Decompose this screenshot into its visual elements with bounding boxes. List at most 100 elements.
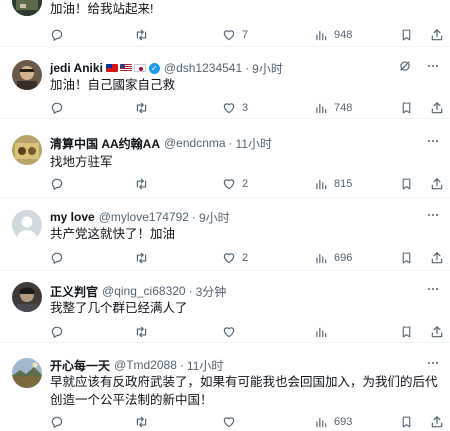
avatar[interactable] — [12, 60, 42, 90]
views-icon — [316, 179, 327, 190]
share-button[interactable] — [430, 251, 444, 265]
timestamp[interactable]: 3分钟 — [196, 283, 227, 300]
views-button[interactable]: 815 — [314, 177, 352, 191]
retweet-button[interactable] — [134, 415, 155, 429]
tweet-1[interactable]: jedi Aniki ✓ @dsh1234541 · 9小时 加油！自己國家自己… — [0, 48, 450, 119]
more-icon[interactable] — [426, 134, 440, 148]
avatar[interactable] — [12, 210, 42, 240]
share-button[interactable] — [430, 101, 444, 115]
timestamp[interactable]: 9小时 — [252, 60, 283, 77]
reply-button[interactable] — [50, 177, 70, 191]
separator-dot: · — [245, 61, 250, 75]
share-button[interactable] — [430, 177, 444, 191]
header-actions — [426, 134, 440, 148]
retweet-button[interactable] — [134, 28, 155, 42]
user-handle[interactable]: @mylove174792 — [99, 210, 189, 224]
grok-icon[interactable] — [398, 59, 412, 73]
share-button[interactable] — [430, 28, 444, 42]
header-actions — [426, 356, 440, 370]
more-icon[interactable] — [426, 208, 440, 222]
display-name[interactable]: 清算中国 AA约翰AA — [50, 135, 160, 152]
tweet-header: jedi Aniki ✓ @dsh1234541 · 9小时 — [50, 59, 440, 77]
bookmark-button[interactable] — [400, 325, 413, 339]
avatar[interactable] — [12, 282, 42, 312]
tweet-actions: 3 748 — [50, 100, 444, 116]
share-icon — [431, 178, 443, 190]
separator-dot: · — [188, 284, 193, 298]
timestamp[interactable]: 9小时 — [199, 209, 230, 226]
views-button[interactable]: 693 — [314, 415, 352, 429]
views-button[interactable]: 696 — [314, 251, 352, 265]
bookmark-icon — [402, 252, 411, 264]
user-handle[interactable]: @qing_ci68320 — [102, 284, 186, 298]
tweet-actions: 2 696 — [50, 250, 444, 266]
bookmark-icon — [402, 178, 411, 190]
heart-icon — [223, 179, 235, 190]
reply-button[interactable] — [50, 325, 70, 339]
retweet-icon — [136, 326, 147, 338]
share-button[interactable] — [430, 415, 444, 429]
display-name[interactable]: 开心每一天 — [50, 357, 110, 374]
share-icon — [431, 29, 443, 41]
reply-button[interactable] — [50, 28, 70, 42]
bookmark-button[interactable] — [400, 28, 413, 42]
reply-button[interactable] — [50, 415, 70, 429]
reply-icon — [51, 178, 63, 190]
like-button[interactable]: 2 — [222, 251, 248, 265]
display-name[interactable]: jedi Aniki — [50, 61, 103, 75]
usa-flag-icon — [119, 64, 132, 72]
like-count: 2 — [242, 178, 249, 190]
bookmark-button[interactable] — [400, 101, 413, 115]
avatar[interactable] — [12, 358, 42, 388]
retweet-button[interactable] — [134, 325, 155, 339]
tweet-5[interactable]: 开心每一天 @Tmd2088 · 11小时 早就应该有反政府武装了，如果有可能我… — [0, 344, 450, 431]
retweet-icon — [136, 416, 147, 428]
views-button[interactable] — [314, 325, 334, 339]
tweet-actions: 693 — [50, 414, 444, 430]
retweet-button[interactable] — [134, 101, 155, 115]
user-handle[interactable]: @Tmd2088 — [114, 358, 177, 372]
like-button[interactable]: 7 — [222, 28, 248, 42]
reply-button[interactable] — [50, 251, 70, 265]
like-button[interactable]: 2 — [222, 177, 248, 191]
tweet-4[interactable]: 正义判官 @qing_ci68320 · 3分钟 我整了几个群已经满人了 — [0, 272, 450, 343]
timestamp[interactable]: 11小时 — [187, 357, 223, 374]
user-handle[interactable]: @endcnma — [164, 136, 226, 150]
like-count: 2 — [242, 252, 249, 264]
bookmark-button[interactable] — [400, 251, 413, 265]
bookmark-icon — [402, 29, 411, 41]
views-count: 693 — [334, 416, 353, 428]
header-actions — [426, 208, 440, 222]
more-icon[interactable] — [426, 282, 440, 296]
more-icon[interactable] — [426, 356, 440, 370]
views-button[interactable]: 748 — [314, 101, 352, 115]
display-name[interactable]: my love — [50, 210, 95, 224]
bookmark-button[interactable] — [400, 415, 413, 429]
views-icon — [316, 103, 327, 114]
reply-button[interactable] — [50, 101, 70, 115]
bookmark-icon — [402, 102, 411, 114]
like-button[interactable] — [222, 415, 242, 429]
tweet-3[interactable]: my love @mylove174792 · 9小时 共产党这就快了！加油 2… — [0, 199, 450, 271]
tweet-0[interactable]: 加油！给我站起来! 7 948 — [0, 0, 450, 47]
tweet-2[interactable]: 清算中国 AA约翰AA @endcnma · 11小时 找地方驻军 2 815 — [0, 120, 450, 198]
share-icon — [431, 252, 443, 264]
more-icon[interactable] — [426, 59, 440, 73]
timestamp[interactable]: 11小时 — [236, 135, 272, 152]
tweet-header: my love @mylove174792 · 9小时 — [50, 208, 440, 226]
like-button[interactable]: 3 — [222, 101, 248, 115]
tweet-actions: 7 948 — [50, 27, 444, 43]
retweet-button[interactable] — [134, 251, 155, 265]
retweet-button[interactable] — [134, 177, 155, 191]
display-name[interactable]: 正义判官 — [50, 283, 98, 300]
bookmark-button[interactable] — [400, 177, 413, 191]
views-count: 948 — [334, 29, 353, 41]
user-handle[interactable]: @dsh1234541 — [164, 61, 242, 75]
avatar[interactable] — [12, 0, 42, 16]
avatar[interactable] — [12, 135, 42, 165]
like-button[interactable] — [222, 325, 242, 339]
retweet-icon — [136, 102, 147, 114]
share-button[interactable] — [430, 325, 444, 339]
views-button[interactable]: 948 — [314, 28, 352, 42]
tweet-actions: 2 815 — [50, 176, 444, 192]
